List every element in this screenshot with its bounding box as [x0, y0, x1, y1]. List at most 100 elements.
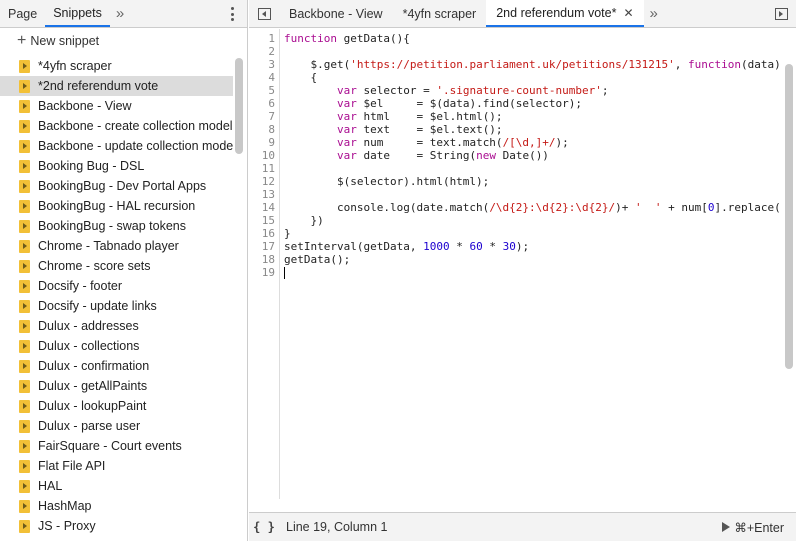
snippet-label: Dulux - confirmation — [38, 359, 150, 373]
toggle-navigator-button[interactable] — [249, 0, 279, 27]
snippet-item[interactable]: Backbone - View — [0, 96, 233, 116]
snippet-label: *2nd referendum vote — [38, 79, 159, 93]
snippet-item[interactable]: Dulux - addresses — [0, 316, 233, 336]
line-number: 5 — [268, 84, 275, 97]
snippet-label: FairSquare - Court events — [38, 439, 182, 453]
sidebar-scrollbar[interactable] — [235, 58, 243, 154]
code-line: $(selector).html(html); — [284, 175, 490, 188]
tab-snippets[interactable]: Snippets — [45, 0, 110, 27]
snippet-item[interactable]: BookingBug - Dev Portal Apps — [0, 176, 233, 196]
editor-tabbar: Backbone - View *4yfn scraper 2nd refere… — [249, 0, 796, 28]
snippet-item[interactable]: BookingBug - HAL recursion — [0, 196, 233, 216]
line-number: 3 — [268, 58, 275, 71]
snippet-item[interactable]: Backbone - update collection model — [0, 136, 233, 156]
editor-tab[interactable]: *4yfn scraper — [393, 0, 487, 27]
snippet-item[interactable]: Dulux - getAllPaints — [0, 376, 233, 396]
snippet-file-icon — [19, 199, 30, 213]
tab-page[interactable]: Page — [0, 0, 45, 27]
snippet-file-icon — [19, 359, 30, 373]
editor-tab-active[interactable]: 2nd referendum vote* ✕ — [486, 0, 644, 27]
pretty-print-button[interactable]: { } — [249, 520, 279, 534]
line-number: 2 — [268, 45, 275, 58]
code-line: var selector = '.signature-count-number'… — [336, 84, 609, 97]
snippet-item[interactable]: Flat File API — [0, 456, 233, 476]
code-line: { — [284, 71, 318, 84]
close-icon[interactable]: ✕ — [623, 6, 633, 20]
snippet-label: Backbone - View — [38, 99, 132, 113]
snippet-item[interactable]: *4yfn scraper — [0, 56, 233, 76]
snippet-label: JS - Proxy — [38, 519, 96, 533]
line-number: 4 — [268, 71, 275, 84]
snippet-label: HashMap — [38, 499, 92, 513]
new-snippet-button[interactable]: + New snippet — [0, 28, 247, 54]
snippet-item[interactable]: Dulux - lookupPaint — [0, 396, 233, 416]
line-number: 16 — [261, 227, 275, 240]
snippet-file-icon — [19, 499, 30, 513]
snippet-item[interactable]: JS - Proxy — [0, 516, 233, 536]
snippet-label: Backbone - create collection model — [38, 119, 233, 133]
line-number: 19 — [261, 266, 275, 279]
snippet-item[interactable]: HashMap — [0, 496, 233, 516]
editor-vertical-scrollbar[interactable] — [785, 64, 793, 369]
code-line: } — [284, 227, 291, 240]
snippet-item[interactable]: HAL — [0, 476, 233, 496]
more-tabs-chevron-icon[interactable]: » — [644, 0, 664, 27]
line-number: 7 — [268, 110, 275, 123]
snippet-label: BookingBug - Dev Portal Apps — [38, 179, 207, 193]
status-bar: { } Line 19, Column 1 ⌘+Enter — [249, 512, 796, 541]
kebab-menu-icon[interactable] — [225, 6, 239, 22]
snippet-file-icon — [19, 299, 30, 313]
line-number: 14 — [261, 201, 275, 214]
code-line: var num = text.match(/[\d,]+/); — [336, 136, 569, 149]
snippet-item[interactable]: Dulux - confirmation — [0, 356, 233, 376]
toggle-debugger-button[interactable] — [775, 0, 788, 28]
snippet-item[interactable]: Dulux - parse user — [0, 416, 233, 436]
snippet-file-icon — [19, 259, 30, 273]
snippet-file-icon — [19, 239, 30, 253]
editor-tab[interactable]: Backbone - View — [279, 0, 393, 27]
snippet-item[interactable]: *2nd referendum vote — [0, 76, 233, 96]
snippet-label: Dulux - getAllPaints — [38, 379, 148, 393]
line-number: 11 — [261, 162, 275, 175]
snippet-label: Backbone - update collection model — [38, 139, 233, 153]
code-area[interactable]: function getData(){ $.get('https://petit… — [284, 29, 782, 499]
snippet-label: HAL — [38, 479, 63, 493]
snippet-item[interactable]: Backbone - create collection model — [0, 116, 233, 136]
snippet-file-icon — [19, 279, 30, 293]
code-line: var text = $el.text(); — [336, 123, 503, 136]
code-line: setInterval(getData, 1000 * 60 * 30); — [284, 240, 530, 253]
line-number: 9 — [268, 136, 275, 149]
left-tabbar: Page Snippets » — [0, 0, 247, 28]
snippet-label: Dulux - lookupPaint — [38, 399, 147, 413]
snippet-file-icon — [19, 479, 30, 493]
snippet-item[interactable]: FairSquare - Court events — [0, 436, 233, 456]
snippet-list: *4yfn scraper *2nd referendum vote Backbon… — [0, 56, 233, 541]
code-line: var $el = $(data).find(selector); — [336, 97, 583, 110]
line-number: 15 — [261, 214, 275, 227]
snippet-label: Docsify - update links — [38, 299, 157, 313]
snippet-item[interactable]: Chrome - score sets — [0, 256, 233, 276]
snippet-label: Dulux - collections — [38, 339, 140, 353]
new-snippet-label: New snippet — [30, 34, 100, 48]
snippet-file-icon — [19, 99, 30, 113]
snippet-item[interactable]: Docsify - update links — [0, 296, 233, 316]
run-snippet-button[interactable]: ⌘+Enter — [722, 520, 784, 535]
snippet-item[interactable]: BookingBug - swap tokens — [0, 216, 233, 236]
snippet-item[interactable]: Docsify - footer — [0, 276, 233, 296]
line-number: 12 — [261, 175, 275, 188]
snippet-file-icon — [19, 459, 30, 473]
snippet-label: Dulux - addresses — [38, 319, 139, 333]
snippet-file-icon — [19, 339, 30, 353]
more-tabs-chevron-icon[interactable]: » — [110, 0, 130, 27]
snippet-item[interactable]: Chrome - Tabnado player — [0, 236, 233, 256]
code-editor[interactable]: 1 2 3 4 5 6 7 8 9 10 11 12 13 14 15 16 17 18 19 function g… — [249, 29, 796, 499]
snippet-item[interactable]: Dulux - collections — [0, 336, 233, 356]
editor-panel: Backbone - View *4yfn scraper 2nd refere… — [249, 0, 796, 541]
snippet-file-icon — [19, 139, 30, 153]
line-number: 17 — [261, 240, 275, 253]
snippet-item[interactable]: Booking Bug - DSL — [0, 156, 233, 176]
snippet-label: Flat File API — [38, 459, 106, 473]
snippet-file-icon — [19, 79, 30, 93]
